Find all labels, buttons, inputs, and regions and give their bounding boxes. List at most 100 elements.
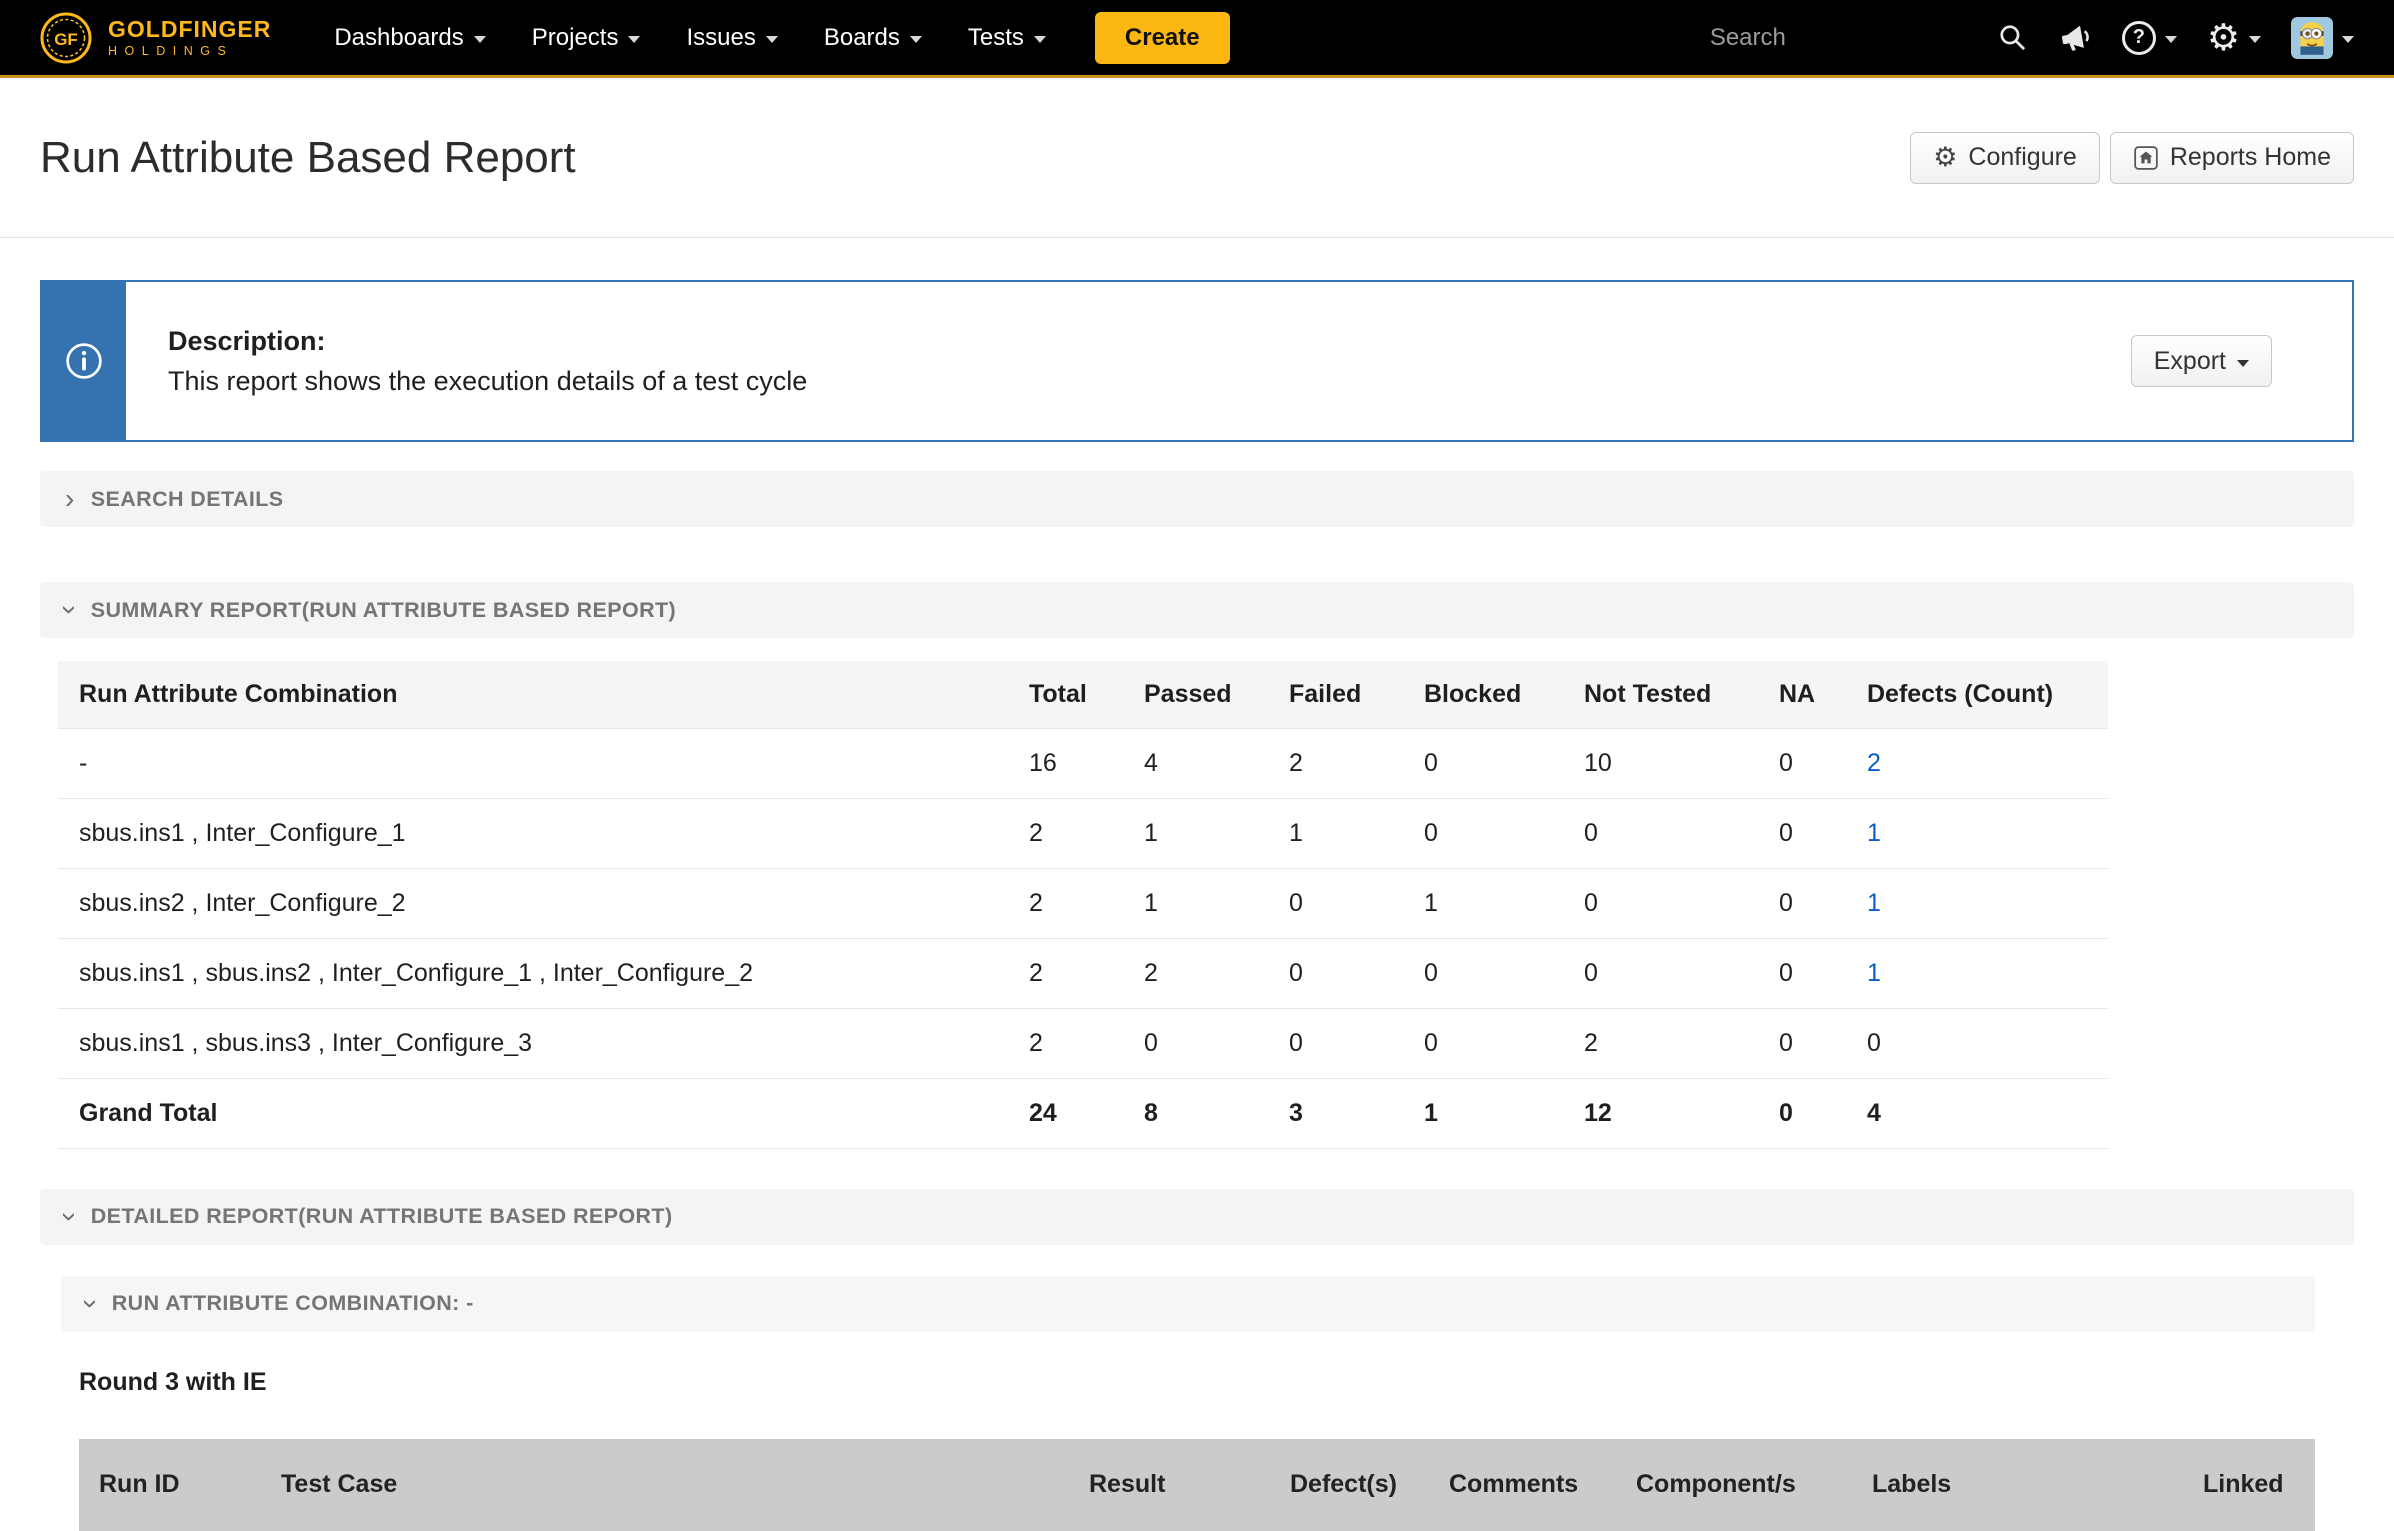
- column-header: Defect(s): [1290, 1470, 1449, 1499]
- chevron-down-icon: [766, 36, 778, 43]
- chevron-down-icon: ›: [56, 1212, 84, 1222]
- logo-subtitle: HOLDINGS: [108, 45, 271, 58]
- export-button[interactable]: Export: [2131, 335, 2272, 387]
- defect-count-link[interactable]: 1: [1867, 819, 1881, 847]
- reports-home-button[interactable]: Reports Home: [2110, 132, 2354, 184]
- gear-icon: ⚙: [2207, 19, 2240, 56]
- blocked-cell: 0: [1403, 798, 1563, 868]
- failed-cell: 0: [1268, 1008, 1403, 1078]
- user-avatar[interactable]: [2291, 17, 2333, 59]
- column-header: NA: [1758, 661, 1846, 728]
- column-header: Failed: [1268, 661, 1403, 728]
- menu-tests[interactable]: Tests: [945, 0, 1069, 77]
- not-tested-cell: 10: [1563, 728, 1758, 798]
- column-header: Blocked: [1403, 661, 1563, 728]
- search-input[interactable]: [1708, 23, 1948, 53]
- column-header: Test Case: [281, 1470, 1089, 1499]
- column-header: Defects (Count): [1846, 661, 2108, 728]
- defects-cell: 1: [1846, 868, 2108, 938]
- chevron-down-icon: ›: [56, 605, 84, 615]
- configure-label: Configure: [1968, 143, 2076, 172]
- column-header: Total: [1008, 661, 1123, 728]
- announcements-megaphone-icon[interactable]: [2058, 21, 2092, 55]
- settings-menu[interactable]: ⚙: [2207, 19, 2261, 56]
- profile-menu[interactable]: [2291, 17, 2354, 59]
- menu-issues[interactable]: Issues: [663, 0, 800, 77]
- defects-cell: 1: [1846, 798, 2108, 868]
- menu-dashboards[interactable]: Dashboards: [311, 0, 508, 77]
- defect-count-link[interactable]: 1: [1867, 959, 1881, 987]
- defects-cell: 0: [1846, 1008, 2108, 1078]
- summary-header-row: Run Attribute Combination Total Passed F…: [58, 661, 2108, 728]
- failed-cell: 1: [1268, 798, 1403, 868]
- chevron-down-icon: [2249, 36, 2261, 43]
- blocked-cell: 0: [1403, 1008, 1563, 1078]
- create-button[interactable]: Create: [1095, 12, 1230, 64]
- total-cell: 2: [1008, 798, 1123, 868]
- section-label: RUN ATTRIBUTE COMBINATION: -: [112, 1291, 474, 1316]
- table-row: sbus.ins1 , sbus.ins3 , Inter_Configure_…: [58, 1008, 2108, 1078]
- na-cell: 0: [1758, 938, 1846, 1008]
- menu-projects[interactable]: Projects: [509, 0, 664, 77]
- total-cell: 2: [1008, 938, 1123, 1008]
- description-panel: Description: This report shows the execu…: [40, 280, 2354, 442]
- defects-cell: 4: [1846, 1078, 2108, 1148]
- logo-title: GOLDFINGER: [108, 17, 271, 41]
- column-header: Result: [1089, 1470, 1290, 1499]
- column-header: Component/s: [1636, 1470, 1872, 1499]
- page-header: Run Attribute Based Report ⚙ Configure R…: [0, 78, 2394, 238]
- export-label: Export: [2154, 347, 2226, 376]
- passed-cell: 4: [1123, 728, 1268, 798]
- menu-label: Issues: [686, 24, 755, 52]
- chevron-down-icon: [2342, 36, 2354, 43]
- not-tested-cell: 0: [1563, 868, 1758, 938]
- app-logo[interactable]: GF GOLDFINGER HOLDINGS: [40, 12, 271, 64]
- na-cell: 0: [1758, 728, 1846, 798]
- not-tested-cell: 0: [1563, 798, 1758, 868]
- table-row: - 16 4 2 0 10 0 2: [58, 728, 2108, 798]
- defect-count-link[interactable]: 1: [1867, 889, 1881, 917]
- column-header: Labels: [1872, 1470, 2203, 1499]
- blocked-cell: 1: [1403, 868, 1563, 938]
- search-icon[interactable]: [1997, 22, 2028, 53]
- chevron-down-icon: [628, 36, 640, 43]
- section-detailed-report[interactable]: › DETAILED REPORT(RUN ATTRIBUTE BASED RE…: [40, 1189, 2354, 1245]
- gear-icon: ⚙: [1933, 144, 1957, 171]
- not-tested-cell: 2: [1563, 1008, 1758, 1078]
- section-label: SEARCH DETAILS: [91, 487, 284, 512]
- help-menu[interactable]: ?: [2122, 21, 2177, 55]
- top-navigation: GF GOLDFINGER HOLDINGS Dashboards Projec…: [0, 0, 2394, 78]
- chevron-right-icon: ›: [65, 485, 75, 513]
- nav-right-cluster: ? ⚙: [1708, 17, 2354, 59]
- blocked-cell: 1: [1403, 1078, 1563, 1148]
- combination-cell: sbus.ins2 , Inter_Configure_2: [58, 868, 1008, 938]
- defect-count-link[interactable]: 2: [1867, 749, 1881, 777]
- menu-label: Projects: [532, 24, 619, 52]
- combination-cell: sbus.ins1 , Inter_Configure_1: [58, 798, 1008, 868]
- column-header: Run Attribute Combination: [58, 661, 1008, 728]
- chevron-down-icon: ›: [77, 1299, 105, 1309]
- info-icon: [65, 342, 103, 380]
- export-wrap: Export: [2131, 282, 2352, 440]
- passed-cell: 2: [1123, 938, 1268, 1008]
- section-run-attribute-combination[interactable]: › RUN ATTRIBUTE COMBINATION: -: [61, 1276, 2315, 1332]
- total-cell: 24: [1008, 1078, 1123, 1148]
- combination-cell: sbus.ins1 , sbus.ins2 , Inter_Configure_…: [58, 938, 1008, 1008]
- na-cell: 0: [1758, 868, 1846, 938]
- section-summary-report[interactable]: › SUMMARY REPORT(RUN ATTRIBUTE BASED REP…: [40, 582, 2354, 638]
- total-cell: 2: [1008, 1008, 1123, 1078]
- defects-cell: 1: [1846, 938, 2108, 1008]
- search-box[interactable]: [1708, 22, 2028, 53]
- menu-label: Dashboards: [334, 24, 463, 52]
- menu-boards[interactable]: Boards: [801, 0, 945, 77]
- section-search-details[interactable]: › SEARCH DETAILS: [40, 471, 2354, 527]
- column-header: Comments: [1449, 1470, 1636, 1499]
- page-title: Run Attribute Based Report: [40, 133, 576, 183]
- chevron-down-icon: [2165, 36, 2177, 43]
- description-text: This report shows the execution details …: [168, 366, 2089, 397]
- configure-button[interactable]: ⚙ Configure: [1910, 132, 2100, 184]
- blocked-cell: 0: [1403, 728, 1563, 798]
- passed-cell: 1: [1123, 798, 1268, 868]
- section-label: DETAILED REPORT(RUN ATTRIBUTE BASED REPO…: [91, 1204, 673, 1229]
- grand-total-label: Grand Total: [58, 1078, 1008, 1148]
